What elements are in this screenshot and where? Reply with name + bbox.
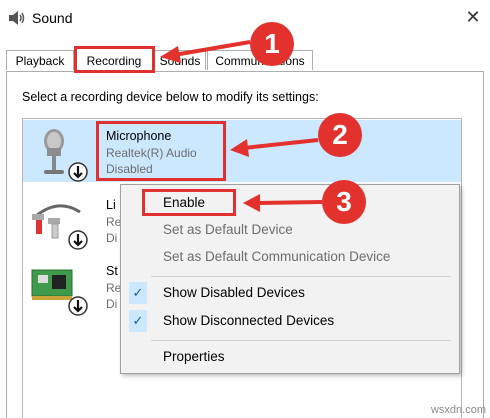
step-badge: 2 [318, 113, 362, 157]
annotation-arrows [160, 40, 323, 212]
step-badge: 3 [322, 180, 366, 224]
step-badge: 1 [250, 22, 294, 66]
